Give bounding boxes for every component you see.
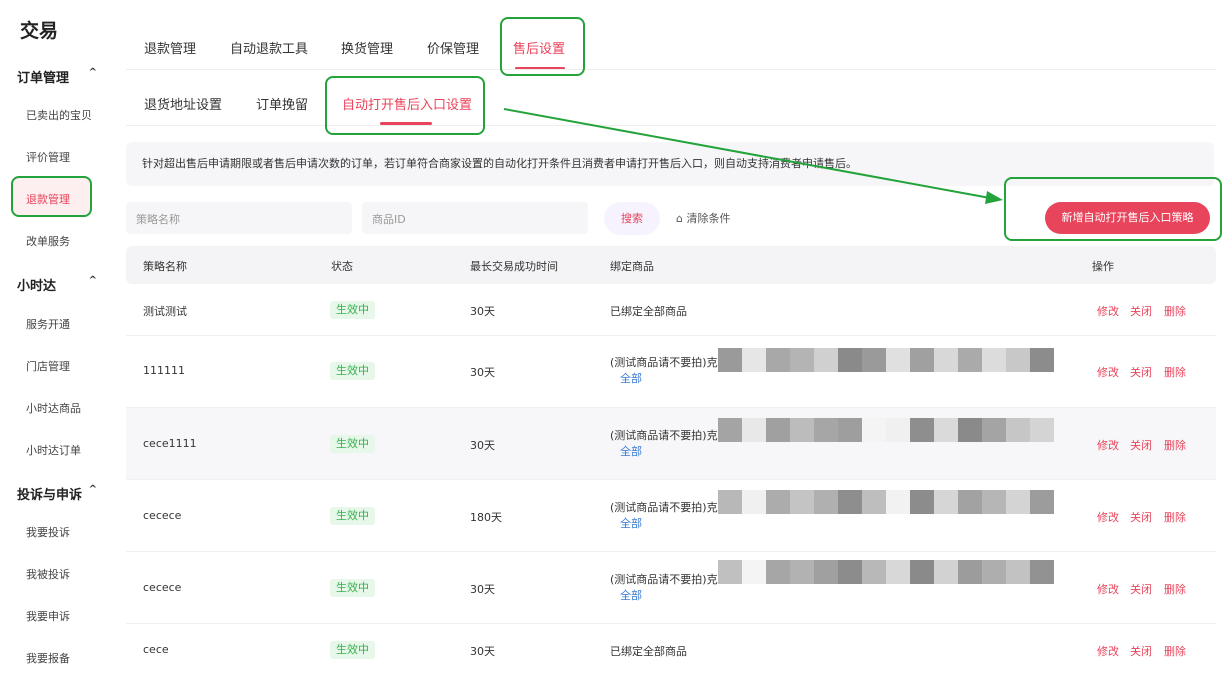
annotation-arrow-line (503, 108, 991, 199)
annotation-arrow (503, 108, 1003, 204)
annotation-arrow-head (985, 191, 1003, 204)
